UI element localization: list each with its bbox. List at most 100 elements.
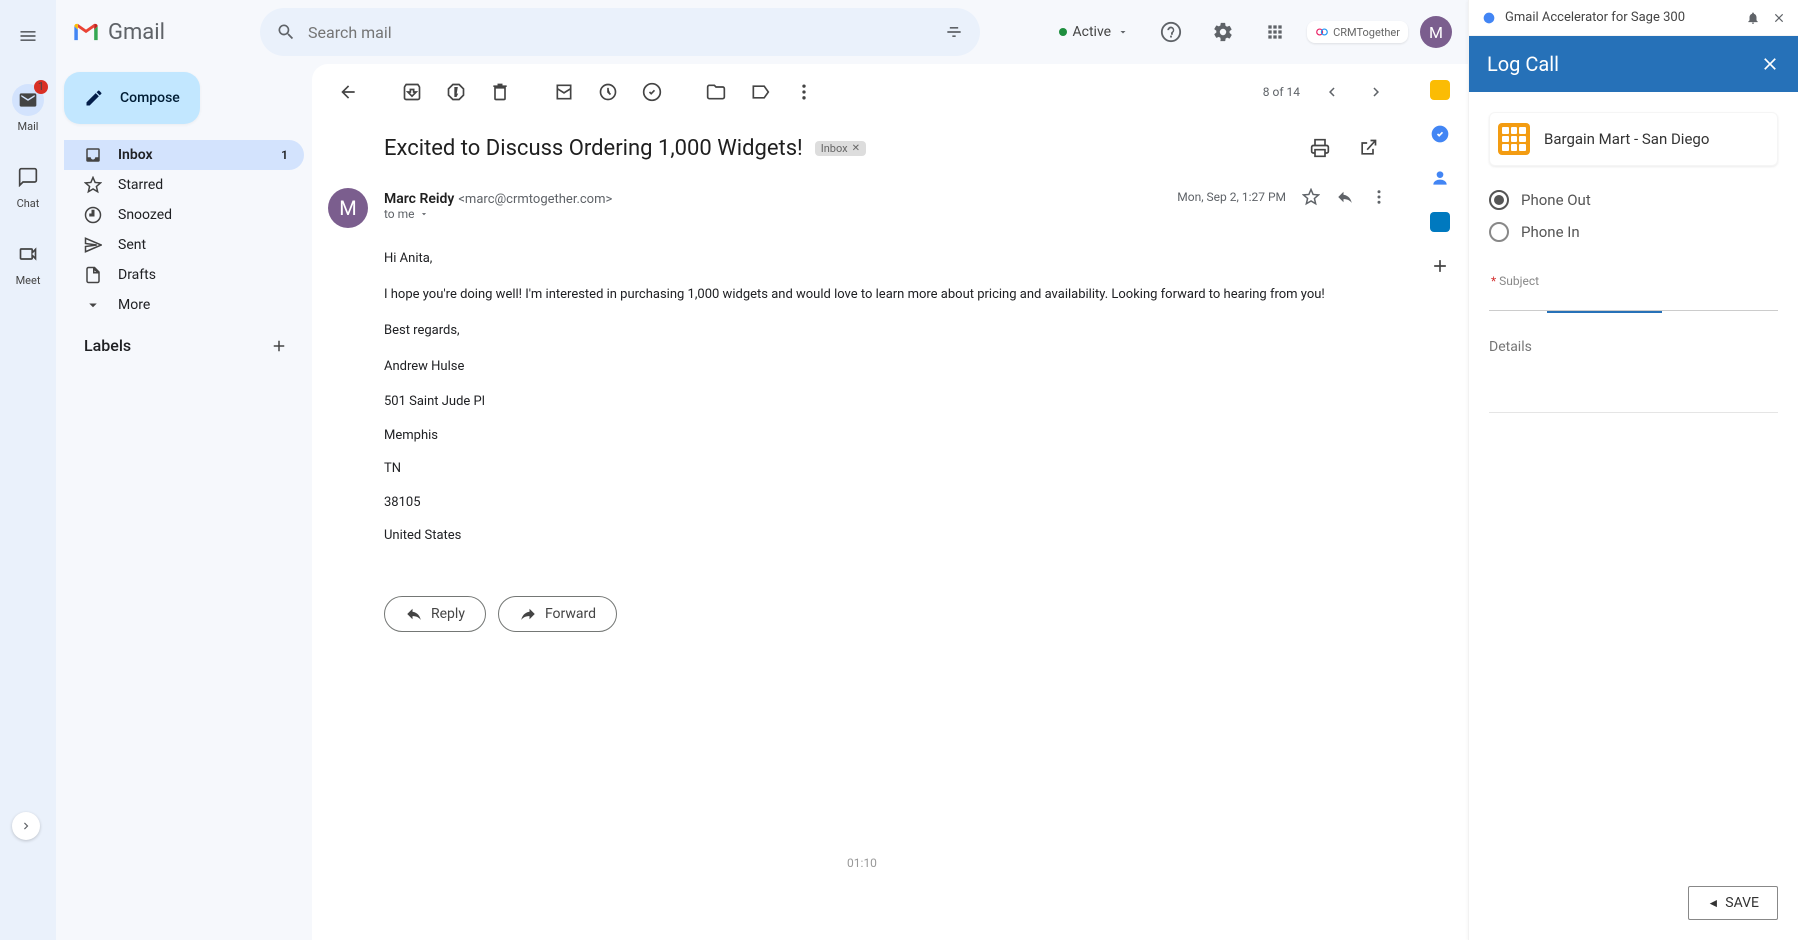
gmail-logo[interactable]: Gmail [72, 18, 252, 46]
crm-extension-chip[interactable]: CRMTogether [1307, 21, 1408, 43]
inbox-chip[interactable]: Inbox ✕ [815, 141, 866, 156]
labels-header: Labels [64, 320, 304, 363]
print-button[interactable] [1300, 128, 1340, 168]
chat-icon [18, 167, 38, 187]
rail-label-chat: Chat [17, 197, 40, 210]
nav-label-starred: Starred [118, 177, 163, 193]
back-button[interactable] [328, 72, 368, 112]
addon-tasks-icon[interactable] [1430, 124, 1450, 144]
arrow-back-icon [338, 82, 358, 102]
status-label: Active [1073, 24, 1112, 40]
label-icon [750, 82, 770, 102]
search-bar[interactable] [260, 8, 980, 56]
compose-button[interactable]: Compose [64, 72, 200, 124]
clock-icon [84, 206, 102, 224]
mail-badge: 1 [34, 80, 48, 94]
close-icon[interactable] [1760, 54, 1780, 74]
rail-item-chat[interactable]: Chat [8, 157, 48, 214]
more-actions-button[interactable] [784, 72, 824, 112]
star-icon[interactable] [1302, 188, 1320, 206]
add-task-button[interactable] [632, 72, 672, 112]
extension-panel: Gmail Accelerator for Sage 300 Log Call … [1468, 0, 1798, 940]
left-navigation-rail: 1 Mail Chat Meet [0, 0, 56, 940]
move-button[interactable] [696, 72, 736, 112]
radio-label-in: Phone In [1521, 223, 1580, 241]
nav-label-drafts: Drafts [118, 267, 156, 283]
label-button[interactable] [740, 72, 780, 112]
reply-icon[interactable] [1336, 188, 1354, 206]
spam-button[interactable] [436, 72, 476, 112]
chevron-down-icon [419, 209, 429, 219]
avatar-initial: M [1429, 23, 1443, 42]
recipient-dropdown[interactable]: to me [384, 207, 1161, 221]
mail-icon [554, 82, 574, 102]
help-button[interactable] [1151, 12, 1191, 52]
rail-item-mail[interactable]: 1 Mail [8, 80, 48, 137]
sig-name: Andrew Hulse [384, 356, 1388, 378]
addon-contacts-icon[interactable] [1430, 168, 1450, 188]
inbox-chip-label: Inbox [821, 142, 848, 155]
sender-avatar-initial: M [339, 196, 356, 220]
forward-button[interactable]: Forward [498, 596, 617, 632]
archive-button[interactable] [392, 72, 432, 112]
close-icon[interactable] [1772, 11, 1786, 25]
addon-trello-icon[interactable] [1430, 212, 1450, 232]
save-label: SAVE [1725, 895, 1759, 911]
prev-button[interactable] [1312, 72, 1352, 112]
apps-button[interactable] [1255, 12, 1295, 52]
radio-phone-out[interactable]: Phone Out [1489, 184, 1778, 216]
more-vert-icon[interactable] [1370, 188, 1388, 206]
forward-icon [519, 605, 537, 623]
sender-name: Marc Reidy [384, 191, 454, 207]
account-avatar[interactable]: M [1420, 16, 1452, 48]
delete-button[interactable] [480, 72, 520, 112]
addon-keep-icon[interactable] [1430, 80, 1450, 100]
mail-icon [18, 90, 38, 110]
radio-label-out: Phone Out [1521, 191, 1591, 209]
archive-icon [402, 82, 422, 102]
nav-item-snoozed[interactable]: Snoozed [64, 200, 304, 230]
plus-icon[interactable] [270, 337, 288, 355]
nav-item-more[interactable]: More [64, 290, 304, 320]
rail-item-meet[interactable]: Meet [8, 234, 48, 291]
next-button[interactable] [1356, 72, 1396, 112]
chevron-down-icon [84, 296, 102, 314]
reply-button[interactable]: Reply [384, 596, 486, 632]
gmail-logo-icon [72, 18, 100, 46]
bell-icon[interactable] [1746, 11, 1760, 25]
save-button[interactable]: ◄ SAVE [1688, 886, 1778, 920]
snooze-button[interactable] [588, 72, 628, 112]
email-body: Hi Anita, I hope you're doing well! I'm … [312, 236, 1412, 572]
radio-phone-in[interactable]: Phone In [1489, 216, 1778, 248]
close-icon[interactable]: ✕ [852, 143, 860, 154]
account-name: Bargain Mart - San Diego [1544, 130, 1709, 148]
reply-label: Reply [431, 606, 465, 622]
status-chip[interactable]: Active [1049, 18, 1140, 46]
addon-plus-icon[interactable] [1430, 256, 1450, 276]
settings-button[interactable] [1203, 12, 1243, 52]
search-input[interactable] [308, 23, 932, 42]
email-subject: Excited to Discuss Ordering 1,000 Widget… [384, 136, 803, 161]
nav-item-starred[interactable]: Starred [64, 170, 304, 200]
popout-icon [1358, 138, 1378, 158]
labels-title: Labels [84, 336, 131, 355]
more-vert-icon [794, 82, 814, 102]
details-input[interactable] [1489, 333, 1778, 413]
trash-icon [490, 82, 510, 102]
mark-unread-button[interactable] [544, 72, 584, 112]
sender-avatar: M [328, 188, 368, 228]
status-dot-icon [1059, 28, 1067, 36]
nav-item-drafts[interactable]: Drafts [64, 260, 304, 290]
main-menu-button[interactable] [4, 12, 52, 60]
account-card[interactable]: Bargain Mart - San Diego [1489, 112, 1778, 166]
search-options-icon[interactable] [944, 22, 964, 42]
nav-item-sent[interactable]: Sent [64, 230, 304, 260]
chevron-right-icon [19, 819, 33, 833]
logo-text: Gmail [108, 20, 165, 45]
nav-item-inbox[interactable]: Inbox 1 [64, 140, 304, 170]
inbox-icon [84, 146, 102, 164]
popout-button[interactable] [1348, 128, 1388, 168]
rail-expand-button[interactable] [12, 812, 40, 840]
message-toolbar: 8 of 14 [312, 64, 1412, 120]
body-greeting: Hi Anita, [384, 248, 1388, 270]
